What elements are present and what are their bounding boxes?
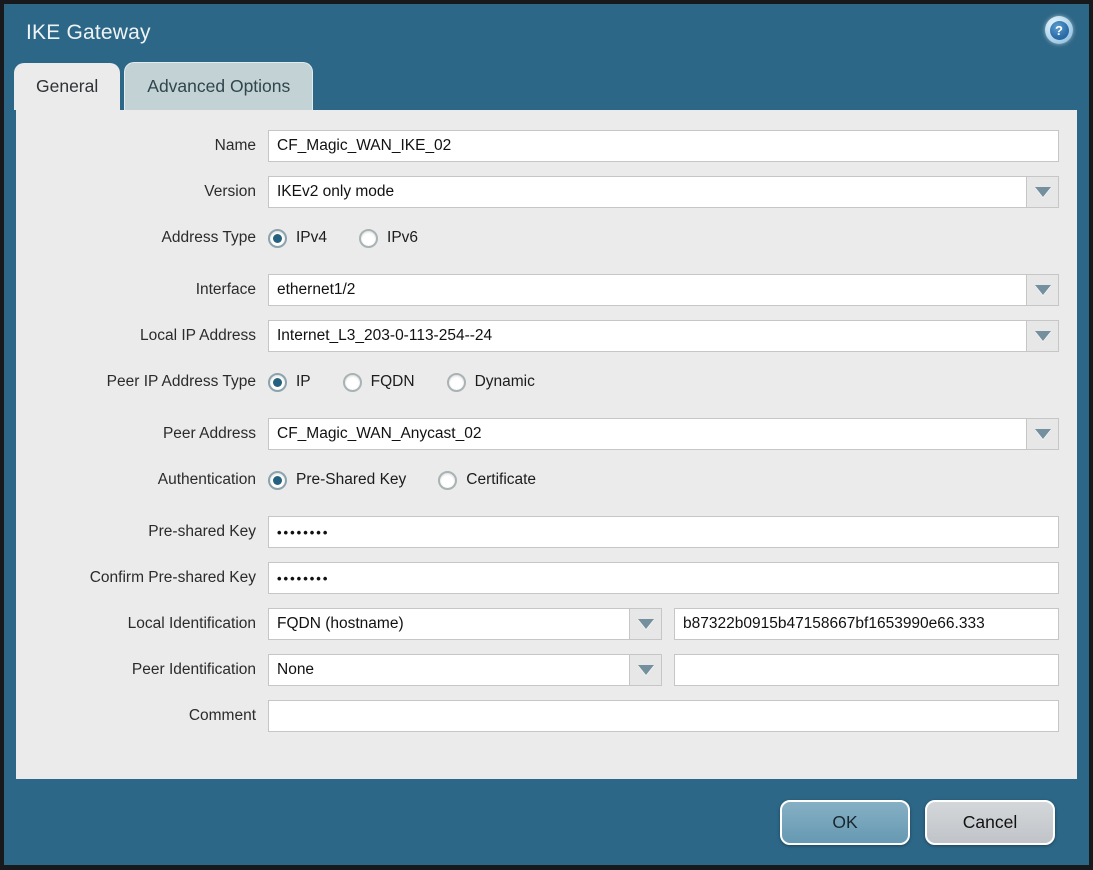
comment-label: Comment (16, 707, 268, 725)
version-row: Version (16, 176, 1059, 208)
peer-address-value[interactable] (268, 418, 1026, 450)
address-type-label: Address Type (16, 229, 268, 247)
local-ip-address-dropdown[interactable] (268, 320, 1059, 352)
interface-row: Interface (16, 274, 1059, 306)
dialog-footer: OK Cancel (4, 779, 1089, 865)
ok-button-label: OK (832, 812, 857, 833)
cancel-button-label: Cancel (963, 812, 1017, 833)
ike-gateway-dialog: IKE Gateway ? General Advanced Options N… (4, 4, 1089, 865)
auth-certificate-label: Certificate (466, 471, 536, 489)
address-type-ipv4-label: IPv4 (296, 229, 327, 247)
peer-ip-type-dynamic-radio[interactable]: Dynamic (447, 373, 535, 392)
local-identification-type-dropdown[interactable] (268, 608, 662, 640)
chevron-down-icon (1035, 187, 1051, 197)
tab-bar: General Advanced Options (4, 62, 1089, 110)
chevron-down-icon (1035, 331, 1051, 341)
local-identification-label: Local Identification (16, 615, 268, 633)
auth-pre-shared-key-radio[interactable]: Pre-Shared Key (268, 471, 406, 490)
version-dropdown[interactable] (268, 176, 1059, 208)
ok-button[interactable]: OK (780, 800, 910, 845)
name-label: Name (16, 137, 268, 155)
radio-unselected-icon (343, 373, 362, 392)
version-label: Version (16, 183, 268, 201)
comment-input[interactable] (268, 700, 1059, 732)
chevron-down-icon (638, 619, 654, 629)
peer-identification-type-value[interactable] (268, 654, 629, 686)
tab-advanced-options[interactable]: Advanced Options (124, 62, 313, 110)
radio-unselected-icon (438, 471, 457, 490)
peer-address-dropdown-button[interactable] (1026, 418, 1059, 450)
local-identification-dropdown-button[interactable] (629, 608, 662, 640)
local-ip-address-dropdown-button[interactable] (1026, 320, 1059, 352)
tab-general-label: General (36, 76, 98, 97)
local-ip-address-value[interactable] (268, 320, 1026, 352)
peer-address-dropdown[interactable] (268, 418, 1059, 450)
address-type-ipv6-radio[interactable]: IPv6 (359, 229, 418, 248)
peer-ip-address-type-row: Peer IP Address Type IP FQDN Dynamic (16, 366, 1059, 398)
interface-label: Interface (16, 281, 268, 299)
peer-identification-value-input[interactable] (674, 654, 1059, 686)
peer-ip-address-type-label: Peer IP Address Type (16, 373, 268, 391)
dialog-titlebar: IKE Gateway ? (4, 4, 1089, 62)
auth-certificate-radio[interactable]: Certificate (438, 471, 536, 490)
help-button[interactable]: ? (1045, 16, 1073, 44)
comment-row: Comment (16, 700, 1059, 732)
peer-ip-type-fqdn-radio[interactable]: FQDN (343, 373, 415, 392)
version-dropdown-button[interactable] (1026, 176, 1059, 208)
local-identification-row: Local Identification (16, 608, 1059, 640)
radio-unselected-icon (359, 229, 378, 248)
pre-shared-key-label: Pre-shared Key (16, 523, 268, 541)
dialog-title: IKE Gateway (26, 21, 151, 45)
pre-shared-key-input[interactable] (268, 516, 1059, 548)
radio-selected-icon (268, 229, 287, 248)
name-row: Name (16, 130, 1059, 162)
peer-address-row: Peer Address (16, 418, 1059, 450)
interface-dropdown-button[interactable] (1026, 274, 1059, 306)
pre-shared-key-row: Pre-shared Key (16, 516, 1059, 548)
chevron-down-icon (638, 665, 654, 675)
interface-dropdown[interactable] (268, 274, 1059, 306)
chevron-down-icon (1035, 285, 1051, 295)
confirm-pre-shared-key-input[interactable] (268, 562, 1059, 594)
help-icon: ? (1050, 21, 1069, 40)
radio-unselected-icon (447, 373, 466, 392)
interface-value[interactable] (268, 274, 1026, 306)
peer-ip-type-ip-label: IP (296, 373, 311, 391)
local-identification-type-value[interactable] (268, 608, 629, 640)
peer-ip-type-ip-radio[interactable]: IP (268, 373, 311, 392)
peer-identification-label: Peer Identification (16, 661, 268, 679)
authentication-label: Authentication (16, 471, 268, 489)
peer-ip-type-fqdn-label: FQDN (371, 373, 415, 391)
peer-ip-type-dynamic-label: Dynamic (475, 373, 535, 391)
name-input[interactable] (268, 130, 1059, 162)
confirm-pre-shared-key-label: Confirm Pre-shared Key (16, 569, 268, 587)
auth-pre-shared-key-label: Pre-Shared Key (296, 471, 406, 489)
tab-general[interactable]: General (14, 63, 120, 110)
authentication-row: Authentication Pre-Shared Key Certificat… (16, 464, 1059, 496)
radio-selected-icon (268, 373, 287, 392)
peer-identification-row: Peer Identification (16, 654, 1059, 686)
cancel-button[interactable]: Cancel (925, 800, 1055, 845)
version-value[interactable] (268, 176, 1026, 208)
peer-identification-dropdown-button[interactable] (629, 654, 662, 686)
tab-advanced-options-label: Advanced Options (147, 76, 290, 97)
radio-selected-icon (268, 471, 287, 490)
peer-address-label: Peer Address (16, 425, 268, 443)
chevron-down-icon (1035, 429, 1051, 439)
address-type-ipv6-label: IPv6 (387, 229, 418, 247)
local-ip-address-label: Local IP Address (16, 327, 268, 345)
address-type-row: Address Type IPv4 IPv6 (16, 222, 1059, 254)
local-identification-value-input[interactable] (674, 608, 1059, 640)
peer-identification-type-dropdown[interactable] (268, 654, 662, 686)
confirm-pre-shared-key-row: Confirm Pre-shared Key (16, 562, 1059, 594)
address-type-ipv4-radio[interactable]: IPv4 (268, 229, 327, 248)
local-ip-address-row: Local IP Address (16, 320, 1059, 352)
general-tab-panel: Name Version Address Type (16, 110, 1077, 779)
